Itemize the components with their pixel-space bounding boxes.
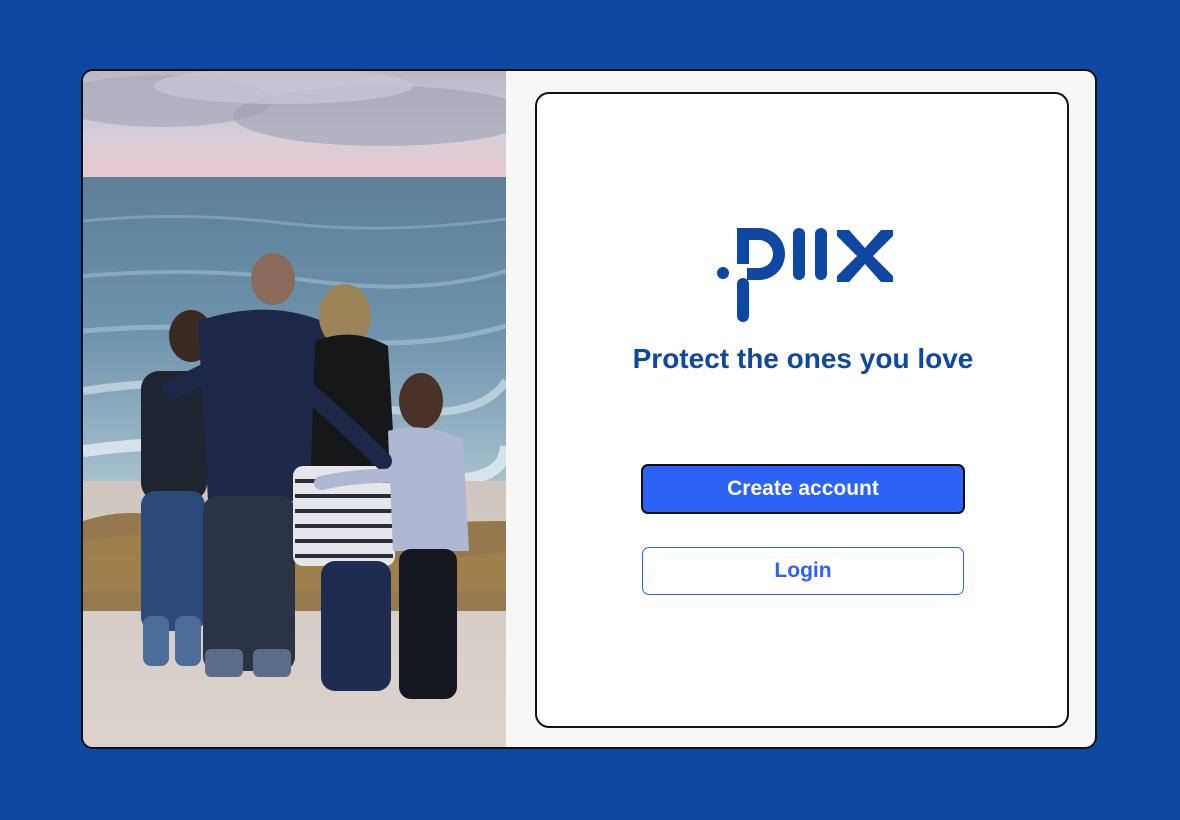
tagline: Protect the ones you love (632, 343, 974, 374)
login-label: Login (774, 559, 832, 582)
hero-photo (83, 71, 506, 747)
create-account-button[interactable]: Create account (641, 464, 965, 514)
create-account-label: Create account (727, 477, 879, 500)
login-button[interactable]: Login (642, 547, 964, 595)
app-window: Protect the ones you love Create account… (81, 69, 1097, 749)
welcome-card: Protect the ones you love Create account… (535, 92, 1069, 728)
piix-logo-icon (717, 228, 893, 322)
